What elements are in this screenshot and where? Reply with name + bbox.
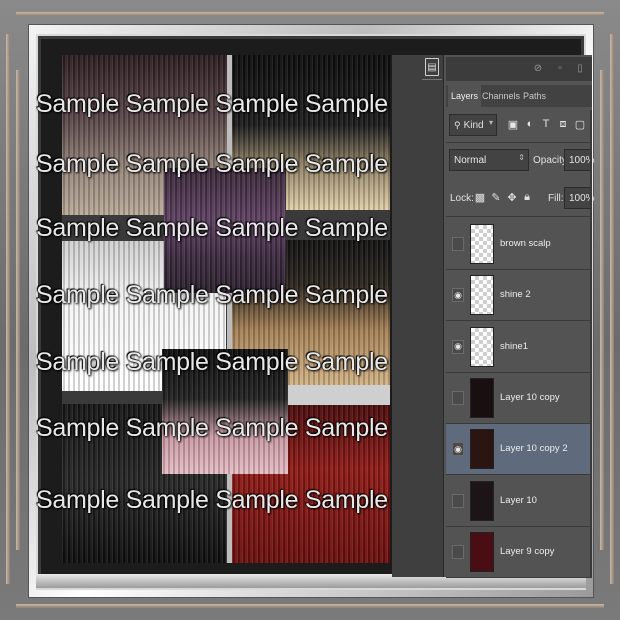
visibility-toggle[interactable] [452,390,464,405]
chevron-updown-icon: ⇕ [518,153,525,162]
layer-row[interactable]: Layer 10 [446,475,592,527]
visibility-toggle[interactable] [452,493,464,508]
eye-icon[interactable]: ◉ [452,442,464,457]
eye-icon[interactable]: ◉ [452,339,464,354]
blend-mode-select[interactable]: Normal ⇕ [449,149,529,171]
layer-thumbnail [470,531,494,572]
filter-smart-object-icon[interactable]: ▢ [574,117,586,131]
opacity-input[interactable]: 100% [564,149,595,171]
filter-adjustment-icon[interactable]: ◐ [524,117,536,131]
layer-row[interactable]: ◉ Layer 10 copy 2 [446,424,592,476]
filter-type-icon[interactable]: T [540,117,552,131]
layer-name: Layer 9 copy [500,545,555,557]
history-icon[interactable]: ▤ [425,58,439,76]
panel-top-bar [446,57,592,81]
tab-paths[interactable]: Paths [520,85,549,107]
layer-name: shine 2 [500,289,531,301]
layer-name: brown scalp [500,238,551,249]
frame-bar-right-inner [600,70,604,550]
layer-thumbnail [470,480,494,521]
frame-bar-right-outer [610,34,614,584]
frame-bar-left-outer [6,34,10,584]
fill-input[interactable]: 100% [564,187,595,209]
lock-label: Lock: [450,193,474,204]
tool-separator [422,79,442,80]
layer-name: shine1 [500,340,528,352]
visibility-toggle[interactable] [452,237,464,251]
filter-shape-icon[interactable]: ⧈ [557,117,569,131]
cancel-icon[interactable]: ⊘ [532,62,544,74]
layer-thumbnail [470,326,494,367]
lock-position-icon[interactable]: ✥ [506,190,518,204]
blend-mode-value: Normal [454,154,487,166]
layer-row[interactable]: ◉ shine1 [446,321,592,373]
tab-layers[interactable]: Layers [448,85,482,107]
layer-thumbnail [470,429,494,470]
frame-bar-left-inner [16,70,20,550]
layer-row[interactable]: Layer 9 copy [446,526,592,578]
lock-transparent-icon[interactable]: ▩ [474,190,486,204]
tab-channels[interactable]: Channels [479,85,523,107]
layer-name: Layer 10 [500,494,537,506]
eye-icon[interactable]: ◉ [452,288,464,303]
layer-row[interactable]: Layer 10 copy [446,372,592,424]
lock-image-icon[interactable]: ✎ [490,190,502,204]
layers-scrollbar[interactable] [590,110,592,577]
search-icon: ⚲ [454,119,461,130]
panel-tool-strip [392,55,444,577]
frame-bar-top [16,12,604,16]
chevron-down-icon: ▾ [488,118,493,127]
fill-label: Fill: [548,193,564,204]
layer-thumbnail [470,377,494,418]
divider [446,142,592,143]
new-layer-icon[interactable]: ▫ [554,62,566,74]
layer-row[interactable]: ◉ shine 2 [446,270,592,322]
visibility-toggle[interactable] [452,544,464,559]
layer-name: Layer 10 copy 2 [500,443,568,455]
frame-bar-bottom [16,604,604,608]
divider [446,216,592,217]
layer-row[interactable]: brown scalp [446,219,592,270]
filter-kind-select[interactable]: ⚲ Kind ▾ [449,114,497,136]
trash-icon[interactable]: ▯ [574,62,586,74]
layer-thumbnail [470,224,494,264]
lock-all-icon[interactable]: 🔒︎ [521,190,533,204]
filter-pixel-icon[interactable]: ▣ [507,117,519,131]
layer-name: Layer 10 copy [500,391,560,403]
filter-kind-label: Kind [463,119,484,131]
layer-thumbnail [470,275,494,316]
